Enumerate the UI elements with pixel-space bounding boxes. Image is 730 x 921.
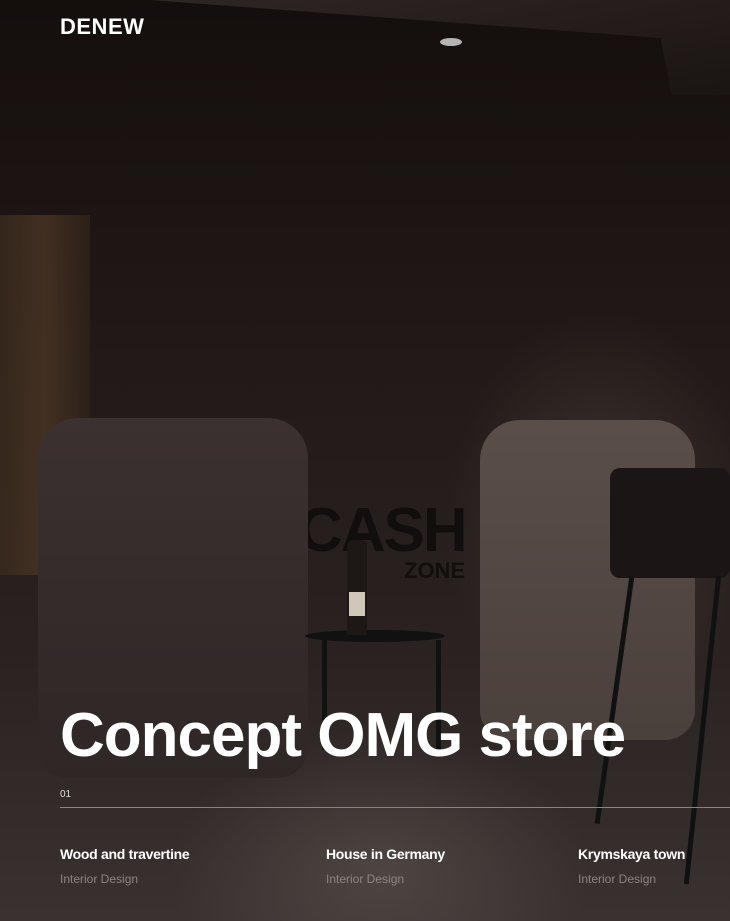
wine-bottle: [347, 540, 367, 635]
project-link[interactable]: Krymskaya town Interior Design: [578, 846, 685, 886]
ceiling-light: [440, 38, 462, 46]
project-title: House in Germany: [326, 846, 445, 862]
project-category: Interior Design: [60, 872, 139, 886]
wall-sign: CASH: [298, 496, 468, 565]
site-logo[interactable]: DENEW: [60, 14, 144, 40]
divider: [60, 807, 730, 808]
project-category: Interior Design: [326, 872, 405, 886]
project-link[interactable]: Wood and travertine Interior Design: [60, 846, 190, 886]
hero-title: Concept OMG store: [60, 701, 626, 770]
wall-sign-sub: ZONE: [404, 558, 466, 583]
project-link[interactable]: House in Germany Interior Design: [326, 846, 445, 886]
project-title: Krymskaya town: [578, 846, 686, 862]
project-title: Wood and travertine: [60, 846, 190, 862]
bar-stool: [610, 468, 730, 578]
slide-index: 01: [60, 789, 72, 800]
project-category: Interior Design: [578, 872, 657, 886]
